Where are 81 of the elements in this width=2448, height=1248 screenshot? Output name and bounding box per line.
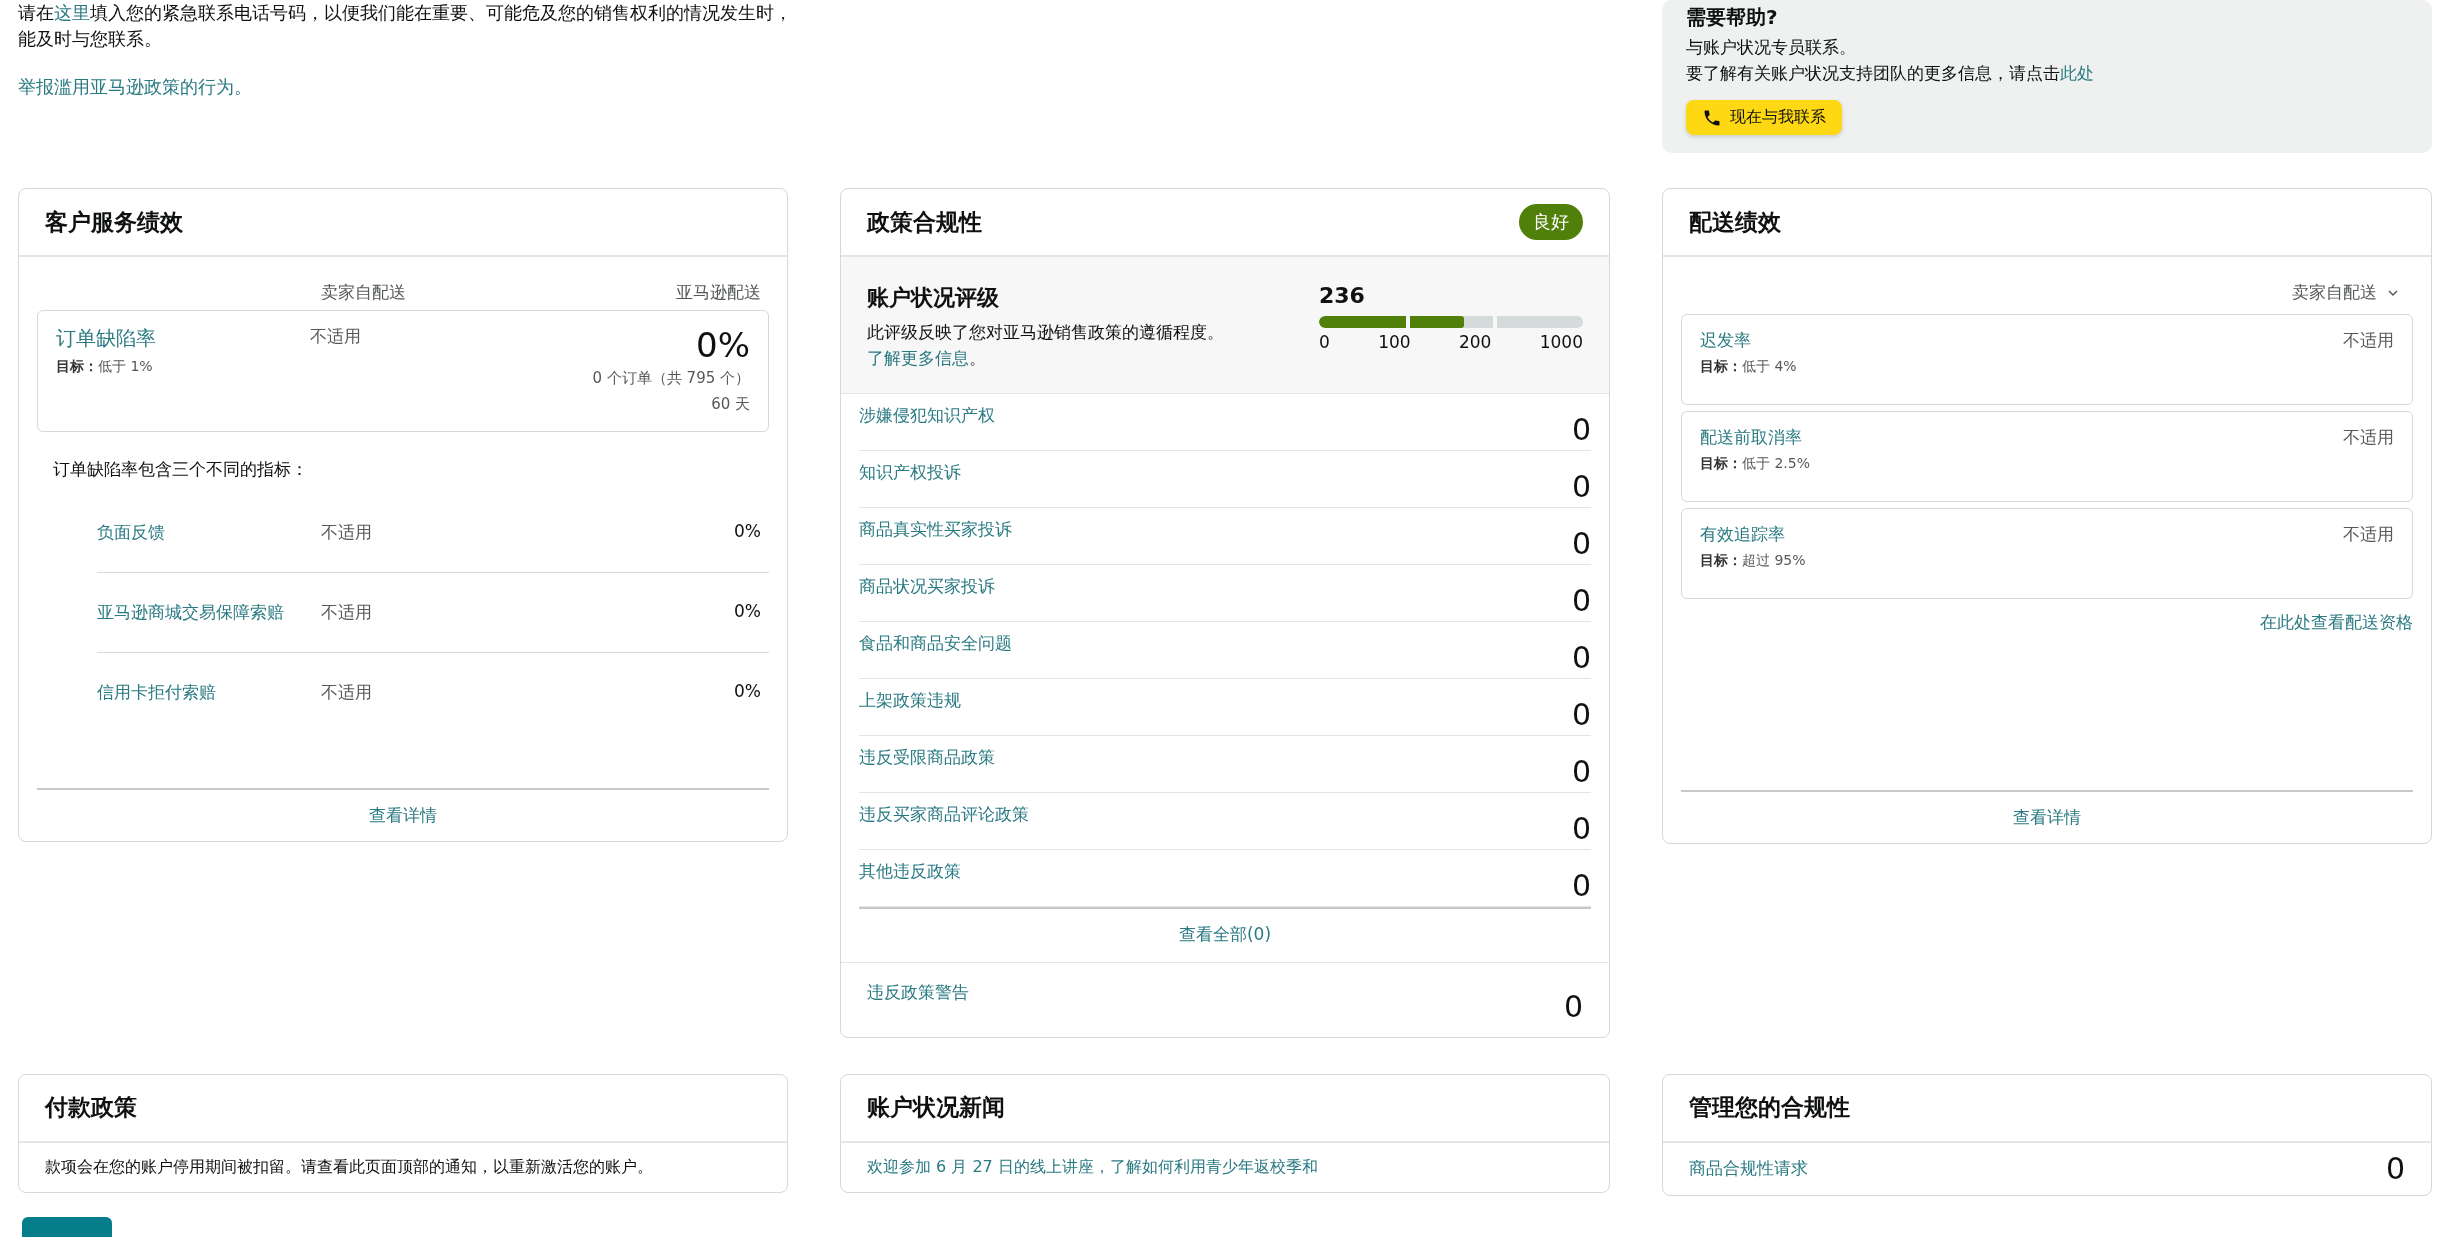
learn-more-link[interactable]: 了解更多信息 [867,348,969,369]
policy-count: 0 [1571,640,1591,677]
scale-label: 200 [1458,332,1492,353]
policy-link[interactable]: 商品状况买家投诉 [859,575,995,599]
rating-description: 此评级反映了您对亚马逊销售政策的遵循程度。 了解更多信息。 [867,321,1225,371]
metric-value: 0% [733,681,761,704]
policy-link[interactable]: 商品真实性买家投诉 [859,518,1012,542]
report-link[interactable]: 举报滥用亚马逊政策的行为。 [18,76,252,97]
metric-value: 不适用 [2343,329,2394,353]
card-title: 配送绩效 [1689,207,1781,237]
details-link[interactable]: 查看详情 [369,805,437,826]
news-link[interactable]: 欢迎参加 6 月 27 日的线上讲座，了解如何利用青少年返校季和 [841,1142,1609,1192]
policy-count: 0 [1571,526,1591,563]
seller-value: 不适用 [310,326,361,347]
policy-link[interactable]: 食品和商品安全问题 [859,632,1012,656]
card-title: 账户状况新闻 [867,1093,1005,1123]
contact-button[interactable]: 现在与我联系 [1686,100,1842,135]
policy-link[interactable]: 违反买家商品评论政策 [859,803,1029,827]
order-count: 0 个订单（共 795 个） [591,368,750,390]
help-info-text: 要了解有关账户状况支持团队的更多信息，请点击此处 [1686,62,2095,85]
metric-value: 0% [733,601,761,624]
help-text: 与账户状况专员联系。 [1686,36,1857,59]
policy-link[interactable]: 违反政策警告 [867,981,969,1005]
target-text: 目标：低于 4% [1700,358,1797,377]
metric-value: 0% [695,325,750,366]
policy-count: 0 [1571,469,1591,506]
metric-value: 不适用 [2343,523,2394,547]
view-all-link[interactable]: 查看全部(0) [1178,924,1272,945]
policy-link[interactable]: 其他违反政策 [859,860,961,884]
metric-link[interactable]: 配送前取消率 [1700,427,1802,448]
seller-value: 不适用 [321,521,373,545]
target-text: 目标：超过 95% [1700,552,1806,571]
target-text: 目标：低于 2.5% [1700,455,1811,474]
metric-link[interactable]: 迟发率 [1700,330,1751,351]
card-title: 管理您的合规性 [1689,1093,1850,1123]
policy-count: 0 [1571,697,1591,734]
policy-count: 0 [1571,868,1591,905]
policy-link[interactable]: 涉嫌侵犯知识产权 [859,404,995,428]
policy-count: 0 [1563,989,1583,1026]
compliance-link[interactable]: 商品合规性请求 [1689,1157,1808,1181]
column-header: 卖家自配送 [321,281,407,305]
metric-link[interactable]: 订单缺陷率 [56,326,156,351]
help-title: 需要帮助? [1686,4,1779,30]
metric-link[interactable]: 负面反馈 [97,521,321,545]
action-button[interactable] [22,1216,112,1237]
rating-score: 236 [1319,283,1366,309]
here-link[interactable]: 这里 [54,2,90,23]
card-title: 政策合规性 [867,207,982,237]
fulfillment-dropdown[interactable]: 卖家自配送 [1681,273,2413,315]
eligibility-link[interactable]: 在此处查看配送资格 [2260,605,2413,635]
payment-text: 款项会在您的账户停用期间被扣留。请查看此页面顶部的通知，以重新激活您的账户。 [44,1155,654,1178]
metric-value: 0% [733,521,761,544]
chevron-down-icon [2387,288,2399,297]
status-badge: 良好 [1519,204,1583,241]
target-text: 目标：低于 1% [56,358,154,377]
metric-link[interactable]: 有效追踪率 [1700,524,1785,545]
policy-count: 0 [1571,811,1591,848]
metric-link[interactable]: 亚马逊商城交易保障索赔 [97,601,321,625]
scale-label: 0 [1319,332,1330,353]
compliance-count: 0 [2385,1150,2405,1187]
seller-value: 不适用 [321,601,373,625]
column-header: 亚马逊配送 [675,281,761,305]
intro-text: 订单缺陷率包含三个不同的指标： [52,458,309,482]
metric-link[interactable]: 信用卡拒付索赔 [97,681,321,705]
period-text: 60 天 [710,394,750,416]
card-title: 付款政策 [45,1093,137,1123]
card-title: 客户服务绩效 [45,207,183,237]
details-link[interactable]: 查看详情 [2013,807,2081,828]
rating-title: 账户状况评级 [867,284,1000,313]
metric-value: 不适用 [2343,426,2394,450]
seller-value: 不适用 [321,681,373,705]
policy-link[interactable]: 违反受限商品政策 [859,746,995,770]
policy-count: 0 [1571,412,1591,449]
notice-text: 请在这里填入您的紧急联系电话号码，以便我们能在重要、可能危及您的销售权利的情况发生时，能及时与您联系。 [18,1,793,51]
policy-link[interactable]: 知识产权投诉 [859,461,961,485]
policy-count: 0 [1571,583,1591,620]
scale-label: 1000 [1539,332,1583,353]
policy-link[interactable]: 上架政策违规 [859,689,961,713]
policy-count: 0 [1571,754,1591,791]
here-link[interactable]: 此处 [2060,63,2094,83]
scale-label: 100 [1378,332,1411,353]
